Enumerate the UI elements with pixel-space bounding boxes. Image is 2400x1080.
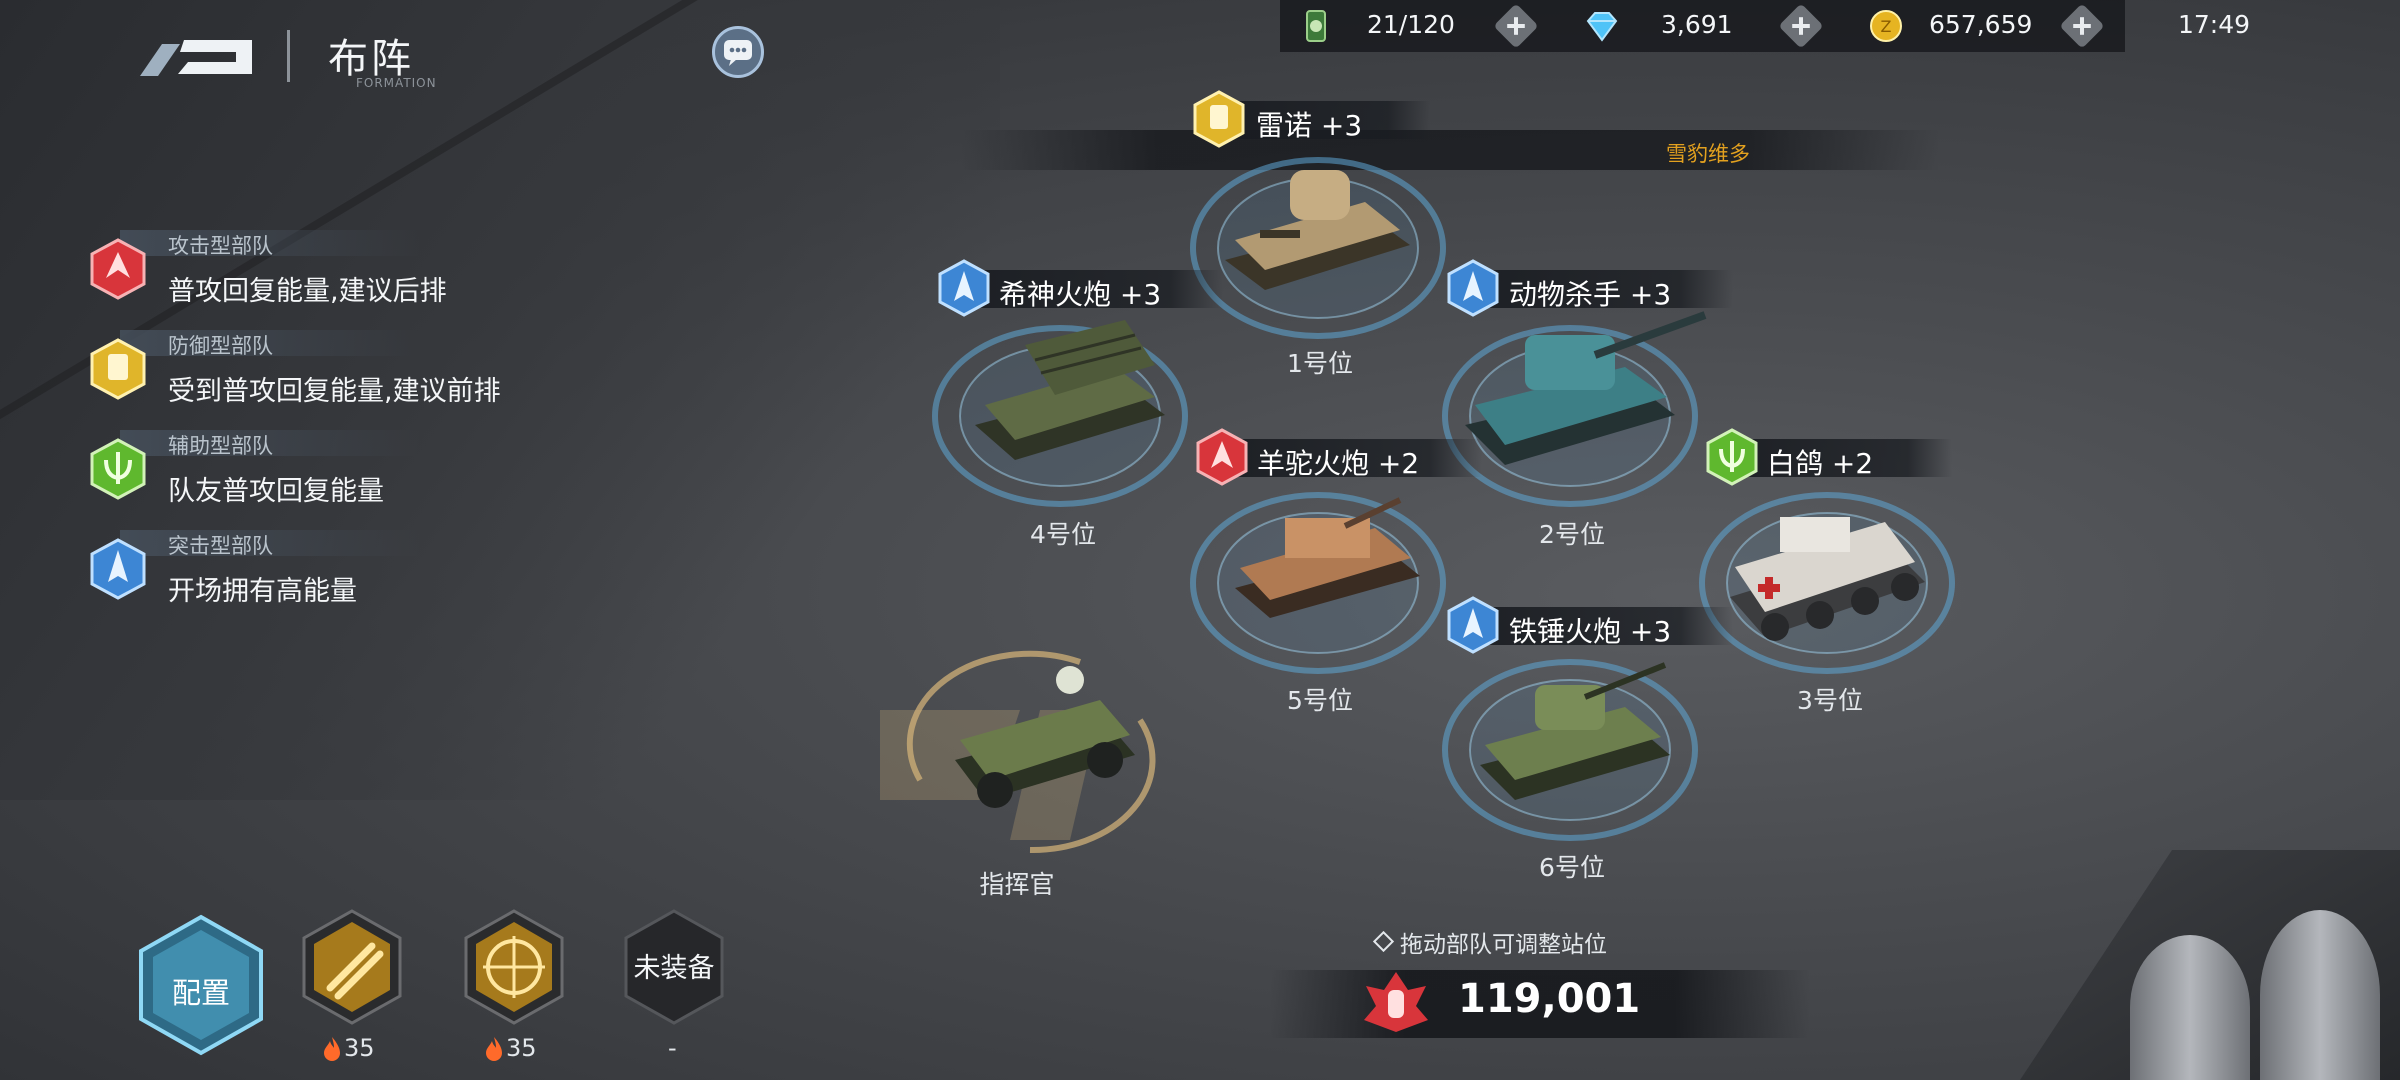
unit-slot-5-name: 羊驼火炮 +2 xyxy=(1257,447,1420,480)
commander-label: 指挥官 xyxy=(979,870,1055,899)
page-subtitle: FORMATION xyxy=(356,76,437,90)
role-defense-type: 防御型部队 xyxy=(168,334,273,358)
location-name: 雪豹维多 xyxy=(1666,142,1750,166)
flame-icon xyxy=(324,1037,340,1061)
attack-icon xyxy=(1196,428,1248,486)
drag-hint: 拖动部队可调整站位 xyxy=(1400,932,1607,958)
unit-slot-6-name: 铁锤火炮 +3 xyxy=(1509,615,1672,648)
slot-2-label: 2号位 xyxy=(1539,520,1605,549)
slot-3-label: 3号位 xyxy=(1797,686,1863,715)
back-button[interactable] xyxy=(140,32,258,80)
role-support-desc: 队友普攻回复能量 xyxy=(168,476,384,507)
slot-5-label: 5号位 xyxy=(1287,686,1353,715)
diamond-value: 3,691 xyxy=(1661,10,1733,39)
slot-4-label: 4号位 xyxy=(1030,520,1096,549)
config-label: 配置 xyxy=(171,976,230,1010)
equip-slot-2[interactable] xyxy=(462,908,566,1026)
role-attack-desc: 普攻回复能量,建议后排 xyxy=(168,276,447,307)
commander-vehicle[interactable] xyxy=(935,650,1155,825)
assault-icon xyxy=(1447,596,1499,654)
assault-icon xyxy=(938,259,990,317)
equip-1-value: 35 xyxy=(344,1034,375,1062)
unit-slot-3-name: 白鸽 +2 xyxy=(1767,447,1874,480)
support-icon xyxy=(90,438,146,500)
unit-slot-4-name: 希神火炮 +3 xyxy=(999,278,1162,311)
unequipped-label: 未装备 xyxy=(633,953,715,984)
assault-icon xyxy=(90,538,146,600)
role-support-type: 辅助型部队 xyxy=(168,434,273,458)
chat-button[interactable] xyxy=(712,26,764,78)
flame-icon xyxy=(486,1037,502,1061)
silo-left xyxy=(2130,935,2250,1080)
hint-diamond-icon xyxy=(1372,930,1395,953)
gold-coin-icon: Z xyxy=(1870,10,1902,42)
unit-slot-1[interactable] xyxy=(1205,160,1425,315)
slot-6-label: 6号位 xyxy=(1539,853,1605,882)
svg-text:Z: Z xyxy=(1881,17,1892,36)
energy-drink-icon xyxy=(1306,10,1326,42)
unit-slot-2[interactable] xyxy=(1455,305,1715,475)
defense-icon xyxy=(90,338,146,400)
attack-icon xyxy=(90,238,146,300)
silo-right xyxy=(2260,910,2380,1080)
equip-3-value: - xyxy=(668,1034,677,1062)
unit-slot-2-name: 动物杀手 +3 xyxy=(1509,278,1672,311)
unit-slot-4[interactable] xyxy=(955,305,1185,485)
energy-value: 21/120 xyxy=(1367,10,1455,39)
unit-slot-3[interactable] xyxy=(1715,487,1935,667)
unit-slot-6[interactable] xyxy=(1465,655,1685,815)
slot-1-label: 1号位 xyxy=(1287,349,1353,378)
role-defense-desc: 受到普攻回复能量,建议前排 xyxy=(168,376,501,407)
header-divider xyxy=(287,30,290,82)
role-assault-type: 突击型部队 xyxy=(168,534,273,558)
equip-slot-1[interactable] xyxy=(300,908,404,1026)
defense-icon xyxy=(1193,90,1245,148)
unit-slot-5[interactable] xyxy=(1215,488,1435,638)
support-icon xyxy=(1706,428,1758,486)
clock: 17:49 xyxy=(2178,10,2251,39)
diamond-icon xyxy=(1586,12,1618,42)
equip-2-value: 35 xyxy=(506,1034,537,1062)
combat-power-icon xyxy=(1364,972,1428,1032)
combat-power-value: 119,001 xyxy=(1458,976,1641,1022)
assault-icon xyxy=(1447,259,1499,317)
role-assault-desc: 开场拥有高能量 xyxy=(168,576,357,607)
unit-slot-1-name: 雷诺 +3 xyxy=(1256,109,1363,142)
role-attack-type: 攻击型部队 xyxy=(168,234,273,258)
chat-bubble-icon xyxy=(724,40,752,66)
coin-value: 657,659 xyxy=(1929,10,2033,39)
